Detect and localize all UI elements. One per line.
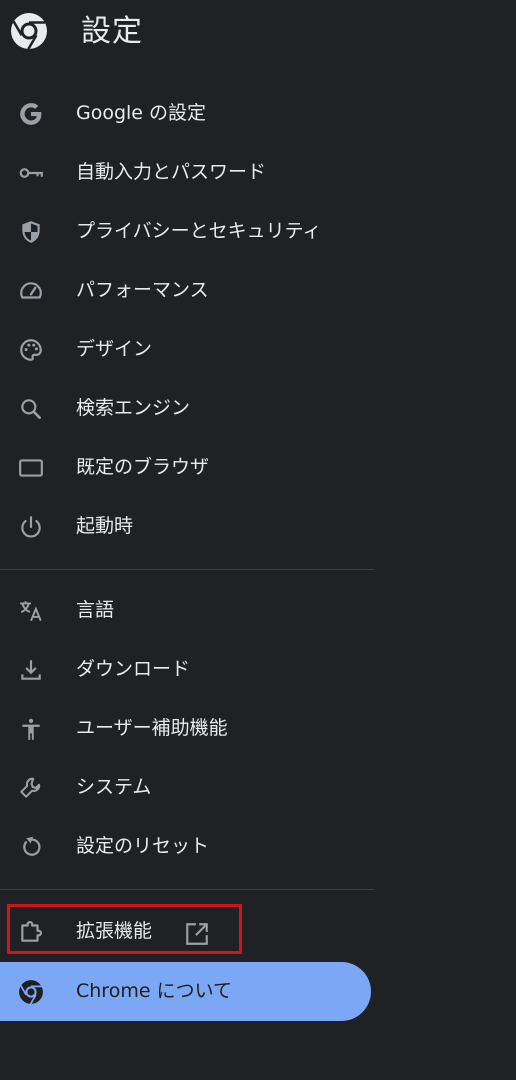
- sidebar-item-label: ダウンロード: [76, 658, 191, 680]
- chrome-logo-icon: [11, 13, 47, 50]
- sidebar-item-label: 既定のブラウザ: [76, 456, 210, 478]
- sidebar-item-label: 自動入力とパスワード: [76, 161, 267, 183]
- search-icon: [18, 396, 44, 422]
- download-icon: [18, 657, 44, 683]
- sidebar-item-accessibility[interactable]: ユーザー補助機能: [0, 699, 374, 758]
- accessibility-icon: [18, 716, 44, 742]
- sidebar-item-autofill[interactable]: 自動入力とパスワード: [0, 143, 374, 202]
- sidebar-item-label: 検索エンジン: [76, 397, 191, 419]
- extensions-highlight-box: [7, 904, 242, 954]
- settings-header: 設定: [0, 0, 516, 64]
- sidebar-item-label: ユーザー補助機能: [76, 717, 228, 739]
- sidebar-item-default-browser[interactable]: 既定のブラウザ: [0, 438, 374, 497]
- wrench-icon: [18, 775, 44, 801]
- sidebar-item-performance[interactable]: パフォーマンス: [0, 261, 374, 320]
- reset-icon: [18, 834, 44, 860]
- google-g-icon: [18, 101, 44, 127]
- sidebar-item-label: 起動時: [76, 515, 134, 537]
- nav-divider: [0, 569, 374, 570]
- sidebar-item-label: システム: [76, 776, 152, 798]
- chrome-icon: [18, 979, 44, 1005]
- shield-icon: [18, 219, 44, 245]
- sidebar-item-label: 設定のリセット: [76, 835, 210, 857]
- sidebar-item-label: デザイン: [76, 338, 153, 360]
- power-icon: [18, 514, 44, 540]
- speedometer-icon: [18, 278, 44, 304]
- translate-icon: [18, 598, 44, 624]
- sidebar-item-design[interactable]: デザイン: [0, 320, 374, 379]
- palette-icon: [18, 337, 44, 363]
- sidebar-item-downloads[interactable]: ダウンロード: [0, 640, 374, 699]
- sidebar-item-label: 言語: [76, 599, 115, 621]
- sidebar-item-label: プライバシーとセキュリティ: [76, 220, 322, 242]
- sidebar-item-on-startup[interactable]: 起動時: [0, 497, 374, 556]
- browser-window-icon: [18, 455, 44, 481]
- page-title: 設定: [81, 14, 143, 49]
- sidebar-item-reset-settings[interactable]: 設定のリセット: [0, 817, 374, 876]
- nav-divider: [0, 889, 374, 890]
- sidebar-item-label: Google の設定: [76, 102, 207, 124]
- sidebar-item-google-settings[interactable]: Google の設定: [0, 84, 374, 143]
- sidebar-item-languages[interactable]: 言語: [0, 581, 374, 640]
- sidebar-item-privacy[interactable]: プライバシーとセキュリティ: [0, 202, 374, 261]
- sidebar-item-label: パフォーマンス: [76, 279, 209, 301]
- sidebar-item-search-engine[interactable]: 検索エンジン: [0, 379, 374, 438]
- key-icon: [18, 160, 44, 186]
- sidebar-item-label: Chrome について: [76, 980, 232, 1002]
- sidebar-item-system[interactable]: システム: [0, 758, 374, 817]
- sidebar-item-about-chrome[interactable]: Chrome について: [0, 962, 371, 1021]
